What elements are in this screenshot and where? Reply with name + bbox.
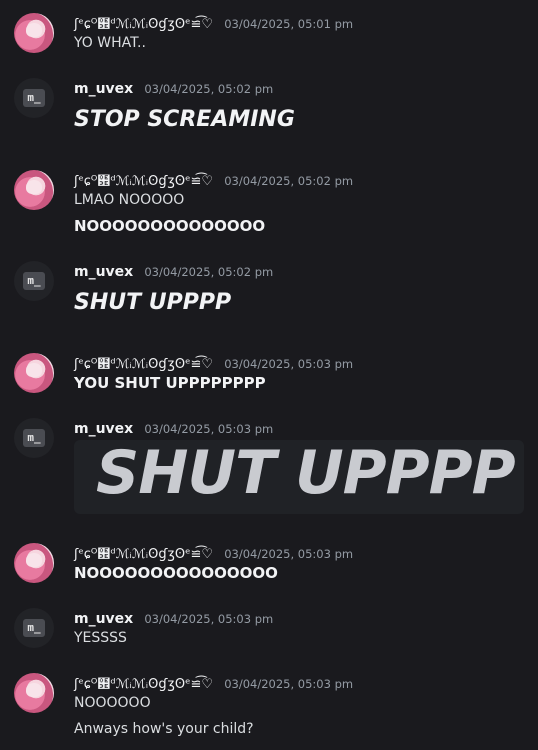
m-terminal-avatar[interactable]: m_ <box>14 78 54 118</box>
anime-girl-avatar[interactable] <box>14 353 54 393</box>
message-text: NOOOOOOOOOOOOOOO <box>74 564 278 582</box>
message-text: SHUT UPPPP <box>96 438 516 508</box>
terminal-icon: m_ <box>23 619 45 637</box>
timestamp: 03/04/2025, 05:03 pm <box>224 547 354 561</box>
timestamp: 03/04/2025, 05:02 pm <box>144 265 274 279</box>
m-terminal-avatar[interactable]: m_ <box>14 418 54 458</box>
username[interactable]: ʃᵉɕᴼ฾ᵈℳᵢℳᵢʘɠʒʘᵉ≌͡♡ <box>74 357 213 372</box>
message-text: Anways how's your child? <box>74 721 254 737</box>
username[interactable]: ʃᵉɕᴼ฾ᵈℳᵢℳᵢʘɠʒʘᵉ≌͡♡ <box>74 547 213 562</box>
username[interactable]: m_uvex <box>74 611 133 627</box>
message-text: SHUT UPPPP <box>74 290 232 315</box>
heading-message-block: SHUT UPPPP <box>74 438 524 514</box>
message-text: NOOOOOOOOOOOOOO <box>74 217 266 235</box>
anime-girl-avatar[interactable] <box>14 543 54 583</box>
timestamp: 03/04/2025, 05:03 pm <box>144 612 274 626</box>
anime-girl-avatar[interactable] <box>14 673 54 713</box>
anime-girl-avatar[interactable] <box>14 170 54 210</box>
username[interactable]: ʃᵉɕᴼ฾ᵈℳᵢℳᵢʘɠʒʘᵉ≌͡♡ <box>74 174 213 189</box>
message-text: YESSSS <box>74 630 127 646</box>
timestamp: 03/04/2025, 05:03 pm <box>224 357 354 371</box>
message-text: YO WHAT.. <box>74 35 146 51</box>
m-terminal-avatar[interactable]: m_ <box>14 608 54 648</box>
terminal-icon: m_ <box>23 89 45 107</box>
message-text: YOU SHUT UPPPPPPPP <box>74 374 266 392</box>
timestamp: 03/04/2025, 05:03 pm <box>224 677 354 691</box>
timestamp: 03/04/2025, 05:02 pm <box>144 82 274 96</box>
terminal-icon: m_ <box>23 272 45 290</box>
message-text: LMAO NOOOOO <box>74 192 185 208</box>
username[interactable]: m_uvex <box>74 421 133 437</box>
message-text: NOOOOOO <box>74 695 151 711</box>
timestamp: 03/04/2025, 05:01 pm <box>224 17 354 31</box>
anime-girl-avatar[interactable] <box>14 13 54 53</box>
username[interactable]: ʃᵉɕᴼ฾ᵈℳᵢℳᵢʘɠʒʘᵉ≌͡♡ <box>74 17 213 32</box>
username[interactable]: m_uvex <box>74 264 133 280</box>
message-text: STOP SCREAMING <box>74 107 295 132</box>
m-terminal-avatar[interactable]: m_ <box>14 261 54 301</box>
timestamp: 03/04/2025, 05:03 pm <box>144 422 274 436</box>
username[interactable]: ʃᵉɕᴼ฾ᵈℳᵢℳᵢʘɠʒʘᵉ≌͡♡ <box>74 677 213 692</box>
terminal-icon: m_ <box>23 429 45 447</box>
username[interactable]: m_uvex <box>74 81 133 97</box>
timestamp: 03/04/2025, 05:02 pm <box>224 174 354 188</box>
